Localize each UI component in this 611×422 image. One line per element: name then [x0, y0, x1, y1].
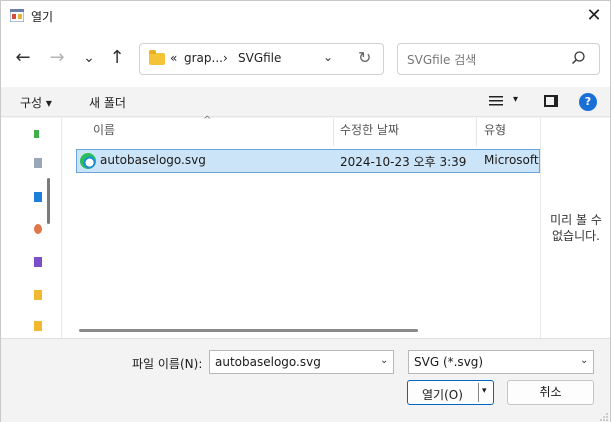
address-bar[interactable]: « grap... › SVGfile ⌄ ↻ — [139, 43, 384, 75]
open-file-dialog: 열기 ✕ ← → ⌄ ↑ « grap... › SVGfile ⌄ ↻ SVG… — [0, 0, 611, 422]
preview-line-1: 미리 볼 수 — [550, 213, 602, 227]
organize-button[interactable]: 구성 ▾ — [20, 94, 52, 111]
column-header-type[interactable]: 유형 — [484, 118, 506, 146]
edge-browser-file-icon — [80, 153, 96, 169]
up-arrow-icon[interactable]: ↑ — [105, 43, 129, 73]
address-dropdown-icon[interactable]: ⌄ — [323, 50, 333, 64]
nav-item-icon[interactable] — [34, 158, 42, 168]
search-icon[interactable] — [570, 50, 586, 66]
navigation-pane-scrollbar[interactable] — [47, 178, 50, 224]
filename-label: 파일 이름(N): — [132, 357, 203, 371]
open-button[interactable]: 열기(O) ▾ — [407, 380, 494, 405]
view-dropdown-icon[interactable]: ▾ — [513, 94, 518, 105]
sort-ascending-icon: ^ — [203, 115, 212, 126]
filename-dropdown-icon[interactable]: ⌄ — [380, 355, 388, 366]
preview-line-2: 없습니다. — [552, 229, 600, 243]
file-row-selected[interactable]: autobaselogo.svg 2024-10-23 오후 3:39 Micr… — [76, 149, 540, 173]
preview-pane-icon[interactable] — [544, 95, 558, 107]
search-placeholder: SVGfile 검색 — [407, 53, 477, 67]
back-arrow-icon[interactable]: ← — [11, 43, 35, 73]
split-divider — [478, 383, 479, 402]
breadcrumb-item-svgfile[interactable]: SVGfile — [238, 51, 281, 65]
navigation-pane[interactable] — [1, 118, 62, 338]
filetype-select[interactable]: SVG (*.svg) ⌄ — [408, 350, 594, 374]
open-button-label: 열기(O) — [422, 388, 463, 402]
filename-value[interactable]: autobaselogo.svg — [215, 355, 321, 369]
column-separator[interactable] — [476, 118, 477, 146]
cancel-button[interactable]: 취소 — [507, 380, 594, 405]
breadcrumb-item-graphics[interactable]: grap... — [184, 51, 223, 65]
breadcrumb-separator: › — [223, 51, 228, 65]
horizontal-scrollbar[interactable] — [79, 329, 418, 332]
view-options-icon[interactable] — [489, 95, 503, 107]
nav-item-icon[interactable] — [34, 130, 39, 138]
close-icon[interactable]: ✕ — [577, 3, 611, 29]
preview-unavailable-text: 미리 볼 수 없습니다. — [541, 212, 611, 244]
app-icon — [10, 9, 24, 22]
column-header-name[interactable]: 이름 — [93, 118, 115, 146]
folder-icon — [149, 50, 165, 65]
open-options-dropdown-icon[interactable]: ▾ — [482, 386, 487, 396]
file-list: ^ 이름 수정한 날짜 유형 autobaselogo.svg 2024-10-… — [62, 115, 540, 338]
file-modified: 2024-10-23 오후 3:39 — [340, 155, 467, 169]
breadcrumb-overflow[interactable]: « — [170, 51, 177, 65]
nav-item-icon[interactable] — [34, 224, 42, 234]
new-folder-button[interactable]: 새 폴더 — [89, 94, 126, 111]
filename-field[interactable]: autobaselogo.svg ⌄ — [209, 350, 394, 374]
filetype-value[interactable]: SVG (*.svg) — [414, 355, 483, 369]
column-separator[interactable] — [333, 118, 334, 146]
file-type: Microsoft — [484, 153, 539, 167]
title-bar: 열기 ✕ — [1, 1, 610, 31]
window-title: 열기 — [31, 10, 54, 24]
nav-item-icon[interactable] — [34, 257, 42, 267]
help-icon[interactable]: ? — [579, 93, 597, 111]
dialog-footer: 파일 이름(N): autobaselogo.svg ⌄ SVG (*.svg)… — [1, 338, 610, 422]
column-header-date-modified[interactable]: 수정한 날짜 — [340, 118, 399, 146]
resize-grip-icon[interactable] — [600, 413, 608, 421]
search-box[interactable]: SVGfile 검색 — [397, 43, 600, 75]
preview-pane: 미리 볼 수 없습니다. — [540, 118, 610, 338]
command-bar: 구성 ▾ 새 폴더 ▾ ? — [1, 87, 610, 117]
refresh-icon[interactable]: ↻ — [358, 48, 371, 67]
recent-locations-chevron-icon[interactable]: ⌄ — [77, 43, 101, 73]
file-name: autobaselogo.svg — [100, 153, 206, 167]
navigation-bar: ← → ⌄ ↑ « grap... › SVGfile ⌄ ↻ SVGfile … — [1, 31, 610, 87]
nav-item-icon[interactable] — [34, 192, 42, 202]
folder-icon[interactable] — [34, 321, 42, 331]
forward-arrow-icon[interactable]: → — [45, 43, 69, 73]
folder-icon[interactable] — [34, 290, 42, 300]
filetype-dropdown-icon[interactable]: ⌄ — [580, 355, 588, 366]
